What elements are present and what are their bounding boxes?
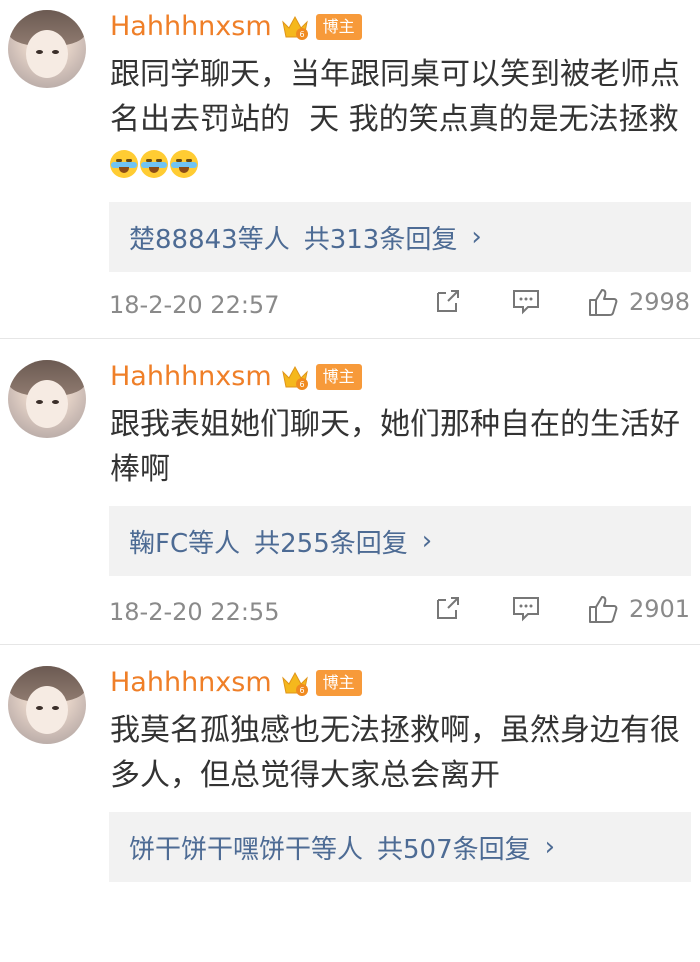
avatar[interactable]	[8, 666, 86, 744]
chevron-right-icon: ›	[471, 222, 482, 252]
laughing-crying-emoji	[140, 150, 168, 178]
host-badge: 博主	[315, 14, 362, 40]
comment-header: Hahhhnxsm 6 博主	[110, 360, 362, 394]
comment-icon	[513, 597, 539, 622]
timestamp: 18-2-20 22:57	[109, 291, 280, 319]
reply-count: 共313条回复	[303, 224, 458, 255]
reply-users: 楚88843等人	[129, 224, 290, 255]
like-count: 2901	[629, 595, 691, 623]
reply-summary[interactable]: 楚88843等人 共313条回复 ›	[109, 202, 691, 272]
reply-count: 共507条回复	[377, 834, 531, 865]
divider	[0, 338, 700, 339]
reply-summary[interactable]: 鞠FC等人 共255条回复 ›	[109, 506, 691, 576]
username[interactable]: Hahhhnxsm	[110, 10, 272, 44]
crown-icon: 6	[280, 12, 310, 42]
chevron-right-icon: ›	[421, 526, 433, 556]
like-button[interactable]: 2901	[587, 594, 690, 624]
reply-users: 鞠FC等人	[129, 528, 241, 559]
svg-text:6: 6	[299, 686, 304, 695]
comment-text: 我莫名孤独感也无法拯救啊，虽然身边有很多人，但总觉得大家总会离开	[110, 713, 680, 793]
comment-header: Hahhhnxsm 6 博主	[110, 666, 362, 700]
share-button[interactable]	[434, 594, 462, 622]
avatar[interactable]	[8, 360, 86, 438]
comment-item: Hahhhnxsm 6 博主 我莫名孤独感也无法拯救啊，虽然身边有很多人，但总觉…	[0, 656, 700, 962]
comment-button[interactable]	[511, 594, 541, 622]
username[interactable]: Hahhhnxsm	[110, 360, 272, 394]
host-badge: 博主	[315, 364, 362, 390]
divider	[0, 644, 700, 645]
comment-text: 跟同学聊天，当年跟同桌可以笑到被老师点名出去罚站的 天 我的笑点真的是无法拯救	[110, 52, 680, 187]
username[interactable]: Hahhhnxsm	[110, 666, 272, 700]
svg-text:6: 6	[299, 380, 304, 389]
comment-item: Hahhhnxsm 6 博主 跟同学聊天，当年跟同桌可以笑到被老师点名出去罚站的…	[0, 0, 700, 339]
comment-meta: 18-2-20 22:55 2901	[109, 594, 691, 634]
reply-summary[interactable]: 饼干饼干嘿饼干等人 共507条回复 ›	[109, 812, 691, 882]
like-icon	[589, 596, 618, 623]
share-button[interactable]	[434, 287, 462, 315]
crown-icon: 6	[280, 668, 310, 698]
like-icon	[589, 289, 618, 316]
comment-text: 跟我表姐她们聊天，她们那种自在的生活好棒啊	[110, 407, 680, 487]
like-count: 2998	[629, 288, 691, 316]
comment-icon	[513, 290, 539, 315]
comment-item: Hahhhnxsm 6 博主 跟我表姐她们聊天，她们那种自在的生活好棒啊 鞠FC…	[0, 350, 700, 656]
laughing-crying-emoji	[170, 150, 198, 178]
laughing-crying-emoji	[110, 150, 138, 178]
avatar[interactable]	[8, 10, 86, 88]
reply-users: 饼干饼干嘿饼干等人	[129, 834, 364, 865]
host-badge: 博主	[315, 670, 362, 696]
comment-button[interactable]	[511, 287, 541, 315]
crown-icon: 6	[280, 362, 310, 392]
svg-text:6: 6	[299, 30, 304, 39]
timestamp: 18-2-20 22:55	[109, 598, 280, 626]
reply-count: 共255条回复	[254, 528, 408, 559]
share-icon	[437, 290, 459, 312]
comment-header: Hahhhnxsm 6 博主	[110, 10, 362, 44]
chevron-right-icon: ›	[544, 832, 556, 862]
share-icon	[437, 597, 459, 619]
like-button[interactable]: 2998	[587, 287, 690, 317]
comment-meta: 18-2-20 22:57 2998	[109, 287, 691, 327]
